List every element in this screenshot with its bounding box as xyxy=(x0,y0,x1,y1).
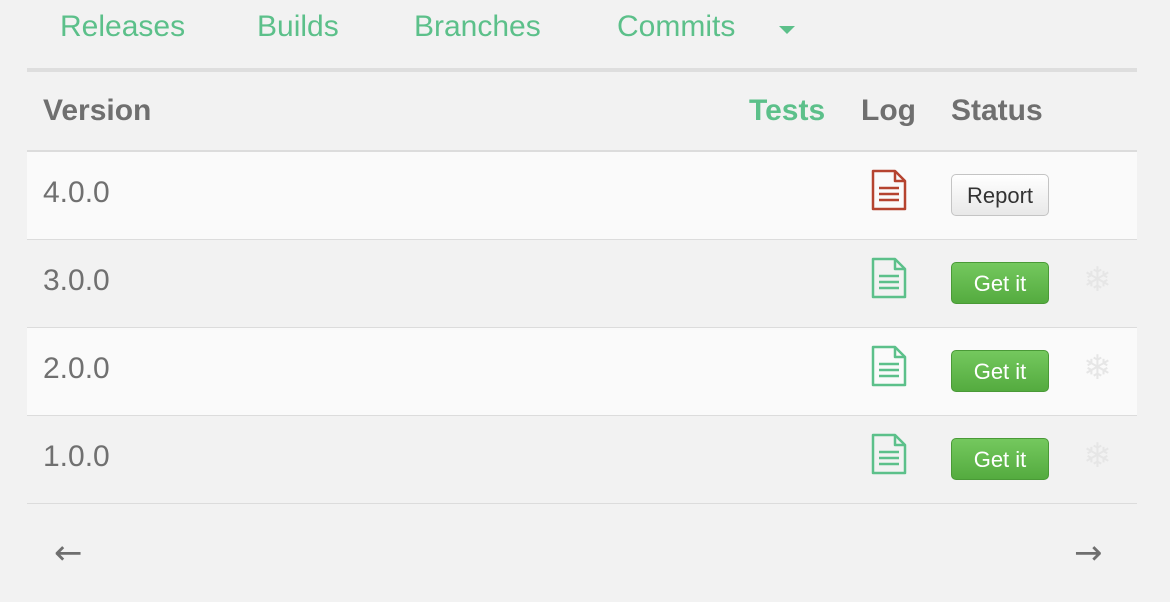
table-row: 3.0.0 Get it ❄ xyxy=(27,240,1137,328)
nav-tab-commits[interactable]: Commits xyxy=(617,10,735,44)
report-button[interactable]: Report xyxy=(951,174,1049,216)
get-it-button[interactable]: Get it xyxy=(951,350,1049,392)
table-row: 4.0.0 Report xyxy=(27,152,1137,240)
version-label: 3.0.0 xyxy=(43,264,110,297)
document-icon[interactable] xyxy=(870,433,908,475)
version-label: 1.0.0 xyxy=(43,440,110,473)
column-header-log: Log xyxy=(861,94,916,127)
column-header-version: Version xyxy=(43,94,152,127)
top-navigation: Releases Builds Branches Commits xyxy=(0,0,1170,68)
previous-page-arrow-icon[interactable]: ← xyxy=(54,533,83,573)
document-icon[interactable] xyxy=(870,345,908,387)
snowflake-icon[interactable]: ❄ xyxy=(1083,436,1112,476)
next-page-arrow-icon[interactable]: → xyxy=(1074,533,1103,573)
snowflake-icon[interactable]: ❄ xyxy=(1083,260,1112,300)
version-label: 2.0.0 xyxy=(43,352,110,385)
column-header-status: Status xyxy=(951,94,1043,127)
nav-tab-branches[interactable]: Branches xyxy=(414,10,541,44)
nav-tab-builds[interactable]: Builds xyxy=(257,10,339,44)
nav-tab-releases[interactable]: Releases xyxy=(60,10,185,44)
table-row: 1.0.0 Get it ❄ xyxy=(27,416,1137,504)
snowflake-icon[interactable]: ❄ xyxy=(1083,348,1112,388)
get-it-button[interactable]: Get it xyxy=(951,438,1049,480)
version-label: 4.0.0 xyxy=(43,176,110,209)
get-it-button[interactable]: Get it xyxy=(951,262,1049,304)
document-icon[interactable] xyxy=(870,169,908,211)
document-icon[interactable] xyxy=(870,257,908,299)
caret-down-icon[interactable] xyxy=(779,26,795,34)
table-header: Version Tests Log Status xyxy=(27,72,1137,152)
table-row: 2.0.0 Get it ❄ xyxy=(27,328,1137,416)
column-header-tests[interactable]: Tests xyxy=(749,94,825,128)
